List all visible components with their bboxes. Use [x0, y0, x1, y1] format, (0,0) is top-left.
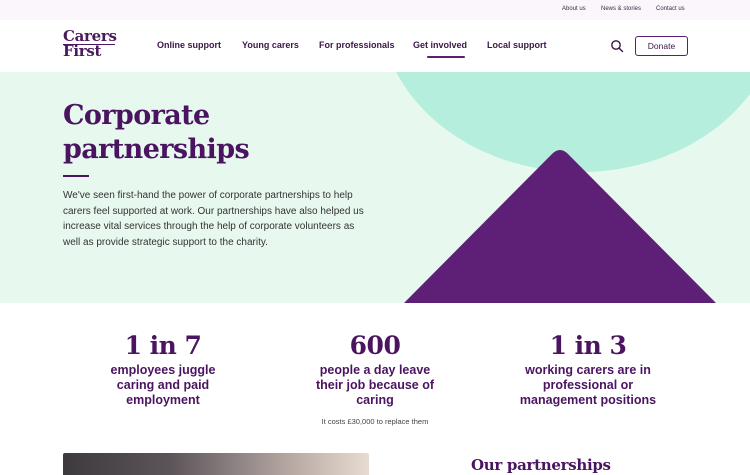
title-divider [63, 175, 89, 177]
nav-local-support[interactable]: Local support [487, 40, 547, 50]
nav-online-support[interactable]: Online support [157, 40, 221, 50]
news-stories-link[interactable]: News & stories [601, 6, 641, 12]
nav-young-carers[interactable]: Young carers [242, 40, 299, 50]
partners-photo [63, 453, 369, 475]
page-title: Corporate partnerships [63, 100, 250, 165]
stat-label: working carers are in professional or ma… [519, 363, 657, 407]
stat-item: 1 in 3 working carers are in professiona… [513, 329, 663, 408]
stat-note: It costs £30,000 to replace them [321, 417, 429, 426]
hero-intro-text: We've seen first-hand the power of corpo… [63, 190, 364, 248]
utility-bar: About us News & stories Contact us [0, 0, 750, 20]
search-icon[interactable] [610, 39, 624, 53]
stat-label: people a day leave their job because of … [315, 363, 435, 407]
carers-first-logo[interactable]: Carers First [63, 29, 119, 59]
nav-get-involved[interactable]: Get involved [413, 40, 467, 50]
stat-label: employees juggle caring and paid employm… [110, 363, 216, 407]
donate-button[interactable]: Donate [635, 36, 688, 56]
stat-value: 1 in 7 [124, 331, 202, 360]
stat-item: 600 people a day leave their job because… [300, 329, 450, 426]
hero-section: Corporate partnerships We've seen first-… [0, 72, 750, 303]
logo-underline [63, 44, 115, 46]
stat-value: 1 in 3 [549, 331, 627, 360]
main-navigation: Carers First Online support Young carers… [0, 20, 750, 72]
logo-line-2: First [63, 42, 102, 60]
stat-item: 1 in 7 employees juggle caring and paid … [88, 329, 238, 408]
about-us-link[interactable]: About us [562, 6, 586, 12]
contact-us-link[interactable]: Contact us [656, 6, 685, 12]
nav-active-indicator [427, 56, 465, 58]
stats-section: 1 in 7 employees juggle caring and paid … [0, 303, 750, 448]
partnerships-heading: Our partnerships [471, 456, 611, 474]
stat-value: 600 [349, 331, 401, 360]
nav-for-professionals[interactable]: For professionals [319, 40, 395, 50]
